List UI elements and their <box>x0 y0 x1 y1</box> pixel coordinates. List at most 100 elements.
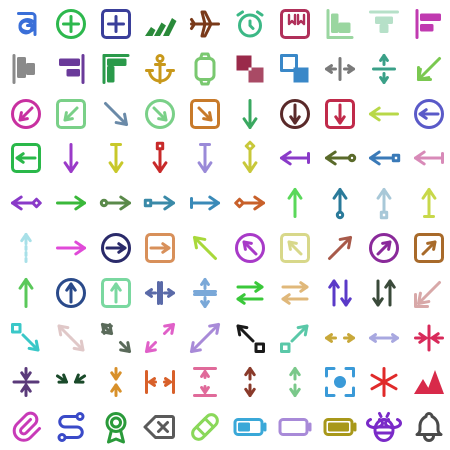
airplane-icon <box>183 2 227 46</box>
arrows-exchange-alt-icon-glyph <box>281 281 309 305</box>
arrow-down-circle-icon <box>273 92 317 136</box>
battery-empty-icon-glyph <box>278 418 312 437</box>
arrow-down-icon-glyph <box>242 98 258 129</box>
arrows-shrink-icon-glyph <box>109 367 122 398</box>
arrow-left-pipe-icon <box>407 136 450 180</box>
arrows-diagonal-alt-icon <box>94 316 138 360</box>
asterisk-icon-glyph <box>370 367 398 398</box>
arrows-split-icon-glyph <box>145 370 176 395</box>
award-icon-glyph <box>105 412 127 444</box>
arrow-down-left-icon <box>407 47 450 91</box>
arrow-down-left-corner-icon <box>407 271 450 315</box>
arrow-left-right-diamond-icon <box>4 181 48 225</box>
backspace-icon-glyph <box>143 415 176 440</box>
arrow-up-line-icon <box>407 181 450 225</box>
letter-a-square-icon <box>4 2 48 46</box>
arrows-exchange-icon <box>228 271 272 315</box>
focus-centered-icon <box>318 360 362 404</box>
arrow-left-square-icon <box>4 136 48 180</box>
arrow-right-diamond-icon <box>228 181 272 225</box>
arrows-horizontal-icon <box>318 316 362 360</box>
arrow-down-square-icon-glyph <box>324 98 355 129</box>
arrow-left-circle-line-icon-glyph <box>324 150 356 166</box>
bandage-icon <box>183 405 227 449</box>
arrange-squares-alt-icon <box>273 47 317 91</box>
paperclip-icon <box>4 405 48 449</box>
arrow-up-right-icon-glyph <box>327 236 352 260</box>
arrows-exchange-alt-icon <box>273 271 317 315</box>
arrow-right-circle-line-icon-glyph <box>99 195 131 211</box>
arrow-left-square-line-icon <box>362 136 406 180</box>
arrow-left-bar-icon-glyph <box>279 150 310 166</box>
arrows-left-right-icon-glyph <box>369 332 400 343</box>
arrows-double-left-right-icon <box>138 271 182 315</box>
bandage-icon-glyph <box>191 413 220 442</box>
arrow-up-circle-line-icon-glyph <box>332 188 348 220</box>
anchor-icon <box>138 47 182 91</box>
align-top-left-icon-glyph <box>102 53 130 84</box>
plus-circle-icon <box>49 2 93 46</box>
align-left-bars-icon-glyph <box>12 53 35 84</box>
arrow-right-icon <box>49 181 93 225</box>
arrow-left-right-diamond-icon-glyph <box>11 195 42 211</box>
letter-a-square-icon-glyph <box>17 12 37 36</box>
arrow-up-right-icon <box>318 226 362 270</box>
arrow-up-right-square-icon-glyph <box>414 233 445 263</box>
align-top-left-icon <box>94 47 138 91</box>
arrow-autofit-width-icon-glyph <box>324 56 355 81</box>
arrows-horizontal-icon-glyph <box>324 332 355 343</box>
arrow-right-bar-icon-glyph <box>190 195 221 211</box>
asterisk-icon <box>362 360 406 404</box>
arrow-up-icon-glyph <box>287 188 303 219</box>
arrow-up-left-box-icon <box>228 316 272 360</box>
arrows-join-icon-glyph <box>414 324 445 352</box>
arrow-down-right-icon-glyph <box>103 101 128 126</box>
bee-icon-glyph <box>366 412 403 443</box>
icon-grid <box>0 0 450 450</box>
arrows-down-up-icon <box>183 271 227 315</box>
arrow-up-thin-icon-glyph <box>18 277 34 308</box>
arrow-right-circle-icon <box>94 226 138 270</box>
arrows-double-left-right-icon-glyph <box>145 280 176 305</box>
arrow-down-bar-icon <box>94 136 138 180</box>
arrow-up-line-icon-glyph <box>421 188 437 219</box>
arrow-down-line-icon-glyph <box>197 143 213 174</box>
apple-watch-icon-glyph <box>194 52 216 86</box>
arrows-diagonal-2-icon <box>183 316 227 360</box>
bell-icon <box>407 405 450 449</box>
arrow-down-right-circle-icon-glyph <box>145 98 176 129</box>
arrows-up-down-icon-glyph <box>327 279 352 307</box>
arrow-down-left-icon-glyph <box>417 56 442 81</box>
arrow-down-long-icon <box>49 136 93 180</box>
arrow-left-pipe-icon-glyph <box>414 150 445 166</box>
arrows-join-icon <box>407 316 450 360</box>
arrow-left-square-line-icon-glyph <box>369 150 401 166</box>
arrow-down-icon <box>228 92 272 136</box>
arrows-maximize-diagonal-icon <box>138 316 182 360</box>
arrows-join-vertical-icon-glyph <box>12 367 40 398</box>
arrows-shrink-icon <box>94 360 138 404</box>
arrow-up-down-dotted-icon <box>4 226 48 270</box>
arrow-down-right-icon <box>94 92 138 136</box>
arrows-diagonal-icon <box>49 316 93 360</box>
arrow-left-circle-icon <box>407 92 450 136</box>
arrow-right-circle-icon-glyph <box>100 233 131 263</box>
arrow-up-left-icon <box>183 226 227 270</box>
adidas-logo-icon-glyph <box>145 18 177 36</box>
arrow-up-down-dotted-icon-glyph <box>20 233 32 263</box>
arrows-down-up-alt-icon <box>362 271 406 315</box>
arrow-left-icon <box>362 92 406 136</box>
arrange-squares-icon-glyph <box>236 55 264 83</box>
arrow-autofit-height-icon-glyph <box>372 53 397 84</box>
arrow-autofit-width-icon <box>318 47 362 91</box>
arrows-up-down-icon <box>318 271 362 315</box>
arrows-exchange-icon-glyph <box>236 281 264 305</box>
arrow-down-left-circle-icon <box>4 92 48 136</box>
arrow-up-icon <box>273 181 317 225</box>
album-icon-glyph <box>279 9 310 39</box>
arrow-right-square-line-icon <box>138 181 182 225</box>
arrows-vertical-split-icon <box>183 360 227 404</box>
arrow-right-bar-icon <box>183 181 227 225</box>
arrow-up-right-box-icon-glyph <box>279 324 309 353</box>
arrow-down-left-corner-icon-glyph <box>414 280 442 308</box>
